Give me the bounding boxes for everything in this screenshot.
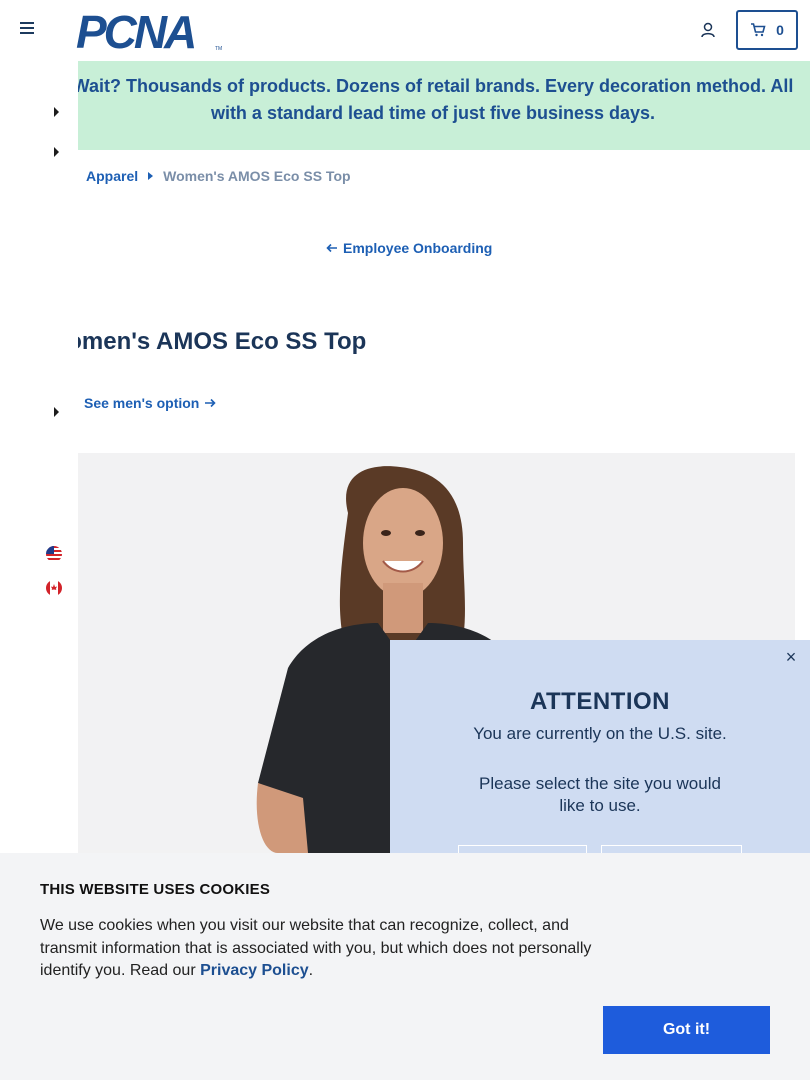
breadcrumb: Apparel Women's AMOS Eco SS Top: [86, 168, 351, 184]
see-mens-option-label: See men's option: [84, 395, 200, 411]
modal-current-site-text: You are currently on the U.S. site.: [473, 724, 727, 743]
cart-icon: [751, 23, 766, 37]
cart-count: 0: [776, 22, 784, 38]
site-selection-modal: × ATTENTION You are currently on the U.S…: [390, 640, 810, 853]
side-rail: [0, 61, 78, 853]
see-mens-option-link[interactable]: See men's option: [84, 395, 216, 411]
account-icon[interactable]: [699, 21, 717, 39]
back-to-employee-onboarding-link[interactable]: Employee Onboarding: [326, 240, 492, 256]
modal-title: ATTENTION: [529, 688, 671, 715]
caret-right-icon[interactable]: [54, 147, 59, 157]
privacy-policy-link[interactable]: Privacy Policy: [200, 962, 309, 979]
cookie-banner: THIS WEBSITE USES COOKIES We use cookies…: [0, 853, 810, 1080]
promo-banner-text: Wait? Thousands of products. Dozens of r…: [72, 76, 794, 123]
us-flag-icon[interactable]: [46, 546, 62, 562]
caret-right-icon[interactable]: [54, 107, 59, 117]
caret-right-icon[interactable]: [54, 407, 59, 417]
cart-button[interactable]: 0: [736, 10, 798, 50]
cookie-text: We use cookies when you visit our websit…: [40, 915, 610, 983]
canada-site-button[interactable]: [601, 845, 742, 853]
arrow-right-icon: [205, 398, 216, 408]
breadcrumb-arrow-icon: [148, 172, 154, 180]
svg-text:TM: TM: [215, 46, 222, 52]
breadcrumb-apparel[interactable]: Apparel: [86, 168, 138, 184]
canada-flag-icon[interactable]: [46, 580, 62, 596]
site-header: PCNA TM 0: [0, 0, 810, 61]
arrow-left-icon: [326, 243, 337, 253]
cookie-title: THIS WEBSITE USES COOKIES: [40, 881, 271, 898]
logo-text: PCNA: [76, 10, 194, 52]
breadcrumb-current: Women's AMOS Eco SS Top: [163, 168, 351, 184]
cookie-period: .: [308, 962, 314, 979]
pcna-logo[interactable]: PCNA TM: [76, 6, 224, 58]
page-title: Women's AMOS Eco SS Top: [45, 328, 367, 355]
close-icon[interactable]: ×: [782, 648, 800, 666]
menu-icon[interactable]: [20, 22, 36, 38]
us-site-button[interactable]: [458, 845, 587, 853]
accept-cookies-button[interactable]: Got it!: [603, 1006, 770, 1054]
modal-select-site-text: Please select the site you would like to…: [479, 774, 721, 815]
back-link-label: Employee Onboarding: [343, 240, 493, 256]
cookie-body-text: We use cookies when you visit our websit…: [40, 917, 592, 979]
